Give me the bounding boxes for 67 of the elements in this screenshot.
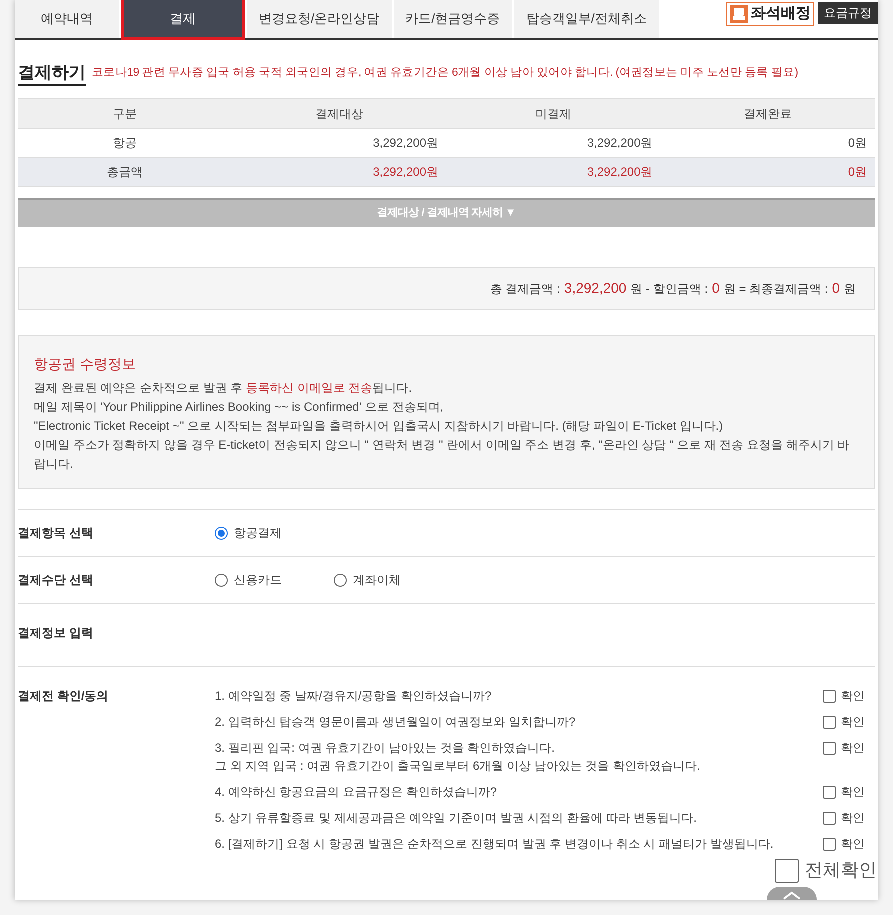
checkbox[interactable] — [823, 690, 836, 702]
checkbox[interactable] — [823, 742, 836, 754]
column-header: 결제완료 — [660, 98, 875, 128]
column-header: 결제대상 — [232, 98, 446, 128]
chevron-up-icon — [782, 891, 802, 900]
radio-button[interactable] — [215, 526, 228, 540]
table-cell: 항공 — [18, 128, 232, 158]
info-title: 항공권 수령정보 — [34, 355, 137, 374]
agreement-text: 6. [결제하기] 요청 시 항공권 발권은 순차적으로 진행되며 발권 후 변경이나 취소 시 패널티가 발생됩니다. — [215, 836, 774, 853]
section-title: 결제하기 — [18, 62, 86, 86]
scroll-top-button[interactable] — [767, 887, 817, 900]
amount-label: 원 - 할인금액 : — [630, 280, 708, 298]
tab[interactable]: 결제 — [121, 0, 245, 40]
field-label: 결제정보 입력 — [18, 625, 94, 642]
checkbox-label: 확인 — [841, 784, 865, 801]
field-label: 결제수단 선택 — [18, 572, 94, 589]
checkbox-label: 확인 — [841, 740, 865, 757]
checkbox-label: 확인 — [841, 810, 865, 827]
table-cell: 0원 — [660, 128, 875, 158]
checkbox[interactable] — [823, 812, 836, 824]
radio-option[interactable]: 항공결제 — [215, 524, 282, 542]
radio-option[interactable]: 계좌이체 — [334, 571, 401, 589]
info-text: "Electronic Ticket Receipt ~" 으로 시작되는 첨부파일을 출력하시어 입출국시 지참하시기 바랍니다. (해당 파일이 E-Ticket 입니다.) — [34, 418, 724, 435]
amount-value: 0 — [832, 279, 840, 298]
amount-label: 원 = 최종결제금액 : — [724, 280, 828, 298]
checkbox[interactable] — [823, 786, 836, 798]
checkbox[interactable] — [823, 838, 836, 850]
table-cell: 0원 — [660, 158, 875, 186]
tab[interactable]: 변경요청/온라인상담 — [247, 0, 392, 38]
field-label: 결제전 확인/동의 — [18, 688, 110, 705]
seat-button[interactable]: 좌석배정 — [726, 2, 814, 26]
checkbox-label: 확인 — [841, 688, 865, 705]
tab[interactable]: 탑승객일부/전체취소 — [514, 0, 659, 38]
amount-value: 0 — [712, 279, 720, 298]
checkbox[interactable] — [823, 716, 836, 728]
seat-icon — [729, 4, 749, 24]
notice-text: 코로나19 관련 무사증 입국 허용 국적 외국인의 경우, 여권 유효기간은 6개월 이상 남아 있어야 합니다. (여권정보는 미주 노선만 등록 필요) — [92, 66, 798, 81]
table-cell: 3,292,200원 — [446, 128, 661, 158]
agreement-text: 3. 필리핀 입국: 여권 유효기간이 남아있는 것을 확인하였습니다. 그 외 지역 입국 : 여권 유효기간이 출국일로부터 6개월 이상 남아있는 것을 확인하였습니다. — [215, 740, 700, 775]
radio-option[interactable]: 신용카드 — [215, 571, 282, 589]
table-cell: 3,292,200원 — [232, 158, 446, 186]
agreement-text: 5. 상기 유류할증료 및 제세공과금은 예약일 기준이며 발권 시점의 환율에 따라 변동됩니다. — [215, 810, 698, 827]
agreement-text: 4. 예약하신 항공요금의 요금규정은 확인하셨습니까? — [215, 784, 498, 801]
column-header: 미결제 — [446, 98, 661, 128]
table-cell: 3,292,200원 — [446, 158, 661, 186]
agreement-text: 2. 입력하신 탑승객 영문이름과 생년월일이 여권정보와 일치합니까? — [215, 714, 576, 731]
column-header: 구분 — [18, 98, 232, 128]
field-label: 결제항목 선택 — [18, 525, 94, 542]
amount-label: 총 결제금액 : — [490, 280, 560, 298]
checkbox-label: 확인 — [841, 714, 865, 731]
check-all-label: 전체확인 — [805, 859, 877, 882]
amount-label: 원 — [844, 280, 856, 298]
table-cell: 3,292,200원 — [232, 128, 446, 158]
seat-label: 좌석배정 — [751, 4, 811, 24]
checkbox[interactable] — [775, 858, 799, 882]
amount-value: 3,292,200 — [564, 279, 627, 298]
checkbox-label: 확인 — [841, 836, 865, 853]
agreement-text: 1. 예약일정 중 날짜/경유지/공항을 확인하셨습니까? — [215, 688, 492, 705]
tab[interactable]: 카드/현금영수증 — [394, 0, 512, 38]
info-text: 이메일 주소가 정확하지 않을 경우 E-ticket이 전송되지 않으니 " 연락처 변경 " 란에서 이메일 주소 변경 후, "온라인 상담 " 으로 재 전송 요청을 해주시기 바랍니다. — [34, 437, 851, 473]
info-text: 메일 제목이 'Your Philippine Airlines Booking ~~ is Confirmed' 으로 전송되며, — [34, 399, 445, 416]
info-text: 결제 완료된 예약은 순차적으로 발권 후 등록하신 이메일로 전송됩니다. — [34, 380, 414, 397]
fare-rules-button[interactable]: 요금규정 — [818, 2, 878, 24]
radio-button[interactable] — [334, 574, 347, 586]
radio-button[interactable] — [215, 574, 228, 586]
tab[interactable]: 예약내역 — [15, 0, 119, 38]
table-cell: 총금액 — [18, 158, 232, 186]
